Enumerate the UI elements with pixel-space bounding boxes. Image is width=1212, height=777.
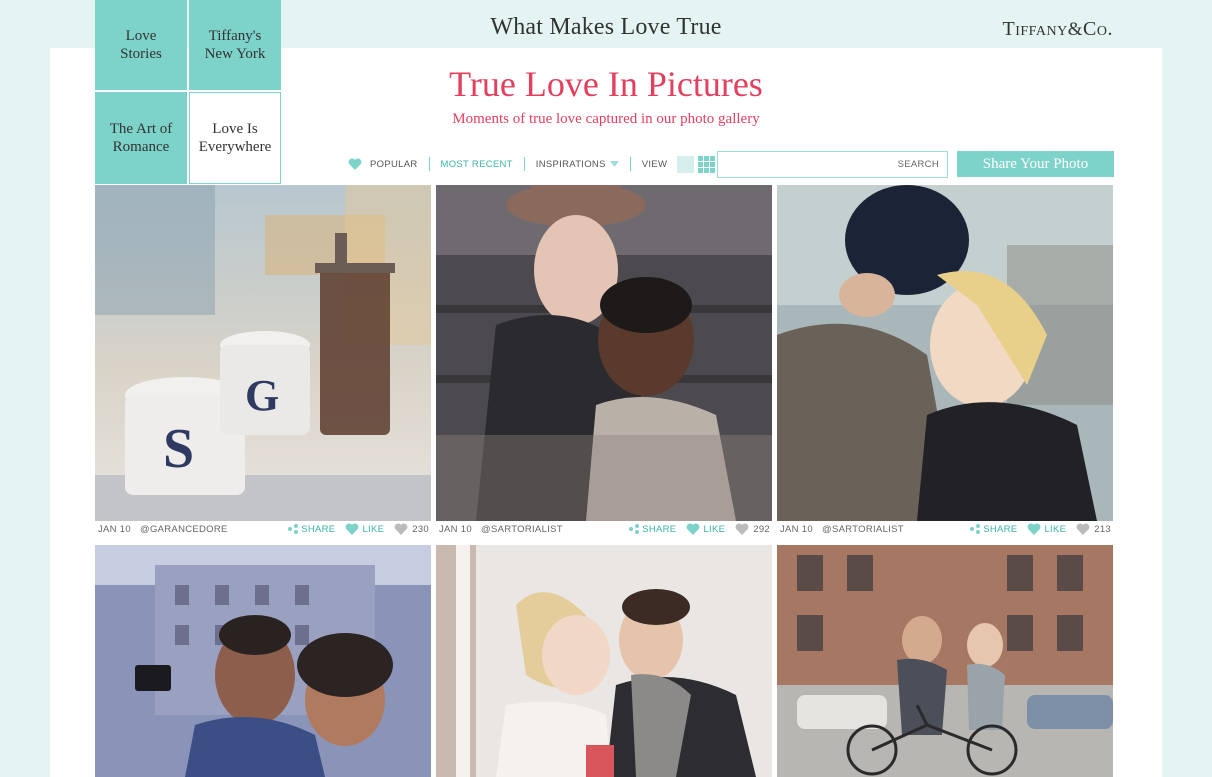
gallery-photo[interactable]: [436, 185, 772, 521]
view-label: VIEW: [641, 158, 668, 170]
photo-couple-kiss: [436, 545, 772, 777]
photo-couple-steps: [436, 185, 772, 521]
photo-couple-embrace: [777, 185, 1113, 521]
svg-text:G: G: [245, 371, 279, 420]
search-input[interactable]: [718, 152, 898, 177]
share-icon: [288, 524, 299, 534]
gallery-photo[interactable]: [777, 185, 1113, 521]
share-action[interactable]: SHARE: [288, 524, 335, 535]
author-link[interactable]: @GARANCEDORE: [140, 524, 288, 535]
like-action[interactable]: LIKE: [345, 523, 384, 535]
author-link[interactable]: @SARTORIALIST: [822, 524, 970, 535]
chevron-down-icon: [609, 161, 619, 167]
gallery-photo[interactable]: [95, 545, 431, 777]
photo-couple-bicycle: [777, 545, 1113, 777]
brand-logo[interactable]: Tiffany&Co.: [1003, 18, 1113, 41]
heart-icon: [346, 523, 359, 535]
photo-meta: JAN 10 @SARTORIALIST SHARE LIKE 213: [780, 523, 1111, 535]
heart-icon: [394, 523, 408, 535]
like-count: 230: [394, 523, 429, 535]
view-medium-icon[interactable]: [698, 155, 716, 173]
like-action[interactable]: LIKE: [686, 523, 725, 535]
search-button[interactable]: SEARCH: [898, 159, 939, 170]
photo-couple-selfie: [95, 545, 431, 777]
heart-icon: [735, 523, 749, 535]
page-subtitle: Moments of true love captured in our pho…: [452, 111, 760, 127]
gallery-toolbar: POPULAR MOST RECENT INSPIRATIONS VIEW: [346, 151, 737, 177]
photo-coffee-mugs: S G: [95, 185, 431, 521]
heart-icon: [1028, 523, 1041, 535]
filter-popular[interactable]: POPULAR: [346, 158, 429, 170]
like-action[interactable]: LIKE: [1027, 523, 1066, 535]
share-your-photo-button[interactable]: Share Your Photo: [957, 151, 1114, 177]
nav-art-of-romance[interactable]: The Art of Romance: [95, 92, 187, 184]
heart-icon: [1076, 523, 1090, 535]
share-icon: [970, 524, 981, 534]
share-action[interactable]: SHARE: [629, 524, 676, 535]
photo-meta: JAN 10 @SARTORIALIST SHARE LIKE 292: [439, 523, 770, 535]
search-box: SEARCH: [717, 151, 948, 178]
share-action[interactable]: SHARE: [970, 524, 1017, 535]
share-icon: [629, 524, 640, 534]
nav-love-is-everywhere[interactable]: Love Is Everywhere: [189, 92, 281, 184]
photo-meta: JAN 10 @GARANCEDORE SHARE LIKE 230: [98, 523, 429, 535]
author-link[interactable]: @SARTORIALIST: [481, 524, 629, 535]
heart-icon: [348, 158, 362, 170]
like-count: 292: [735, 523, 770, 535]
gallery-photo[interactable]: S G: [95, 185, 431, 521]
filter-inspirations-dropdown[interactable]: INSPIRATIONS: [525, 159, 630, 170]
view-large-icon[interactable]: [677, 155, 695, 173]
gallery-photo[interactable]: [436, 545, 772, 777]
svg-text:S: S: [163, 418, 194, 480]
like-count: 213: [1076, 523, 1111, 535]
filter-most-recent[interactable]: MOST RECENT: [430, 159, 524, 170]
heart-icon: [687, 523, 700, 535]
gallery-photo[interactable]: [777, 545, 1113, 777]
page-title: True Love In Pictures: [449, 64, 763, 104]
